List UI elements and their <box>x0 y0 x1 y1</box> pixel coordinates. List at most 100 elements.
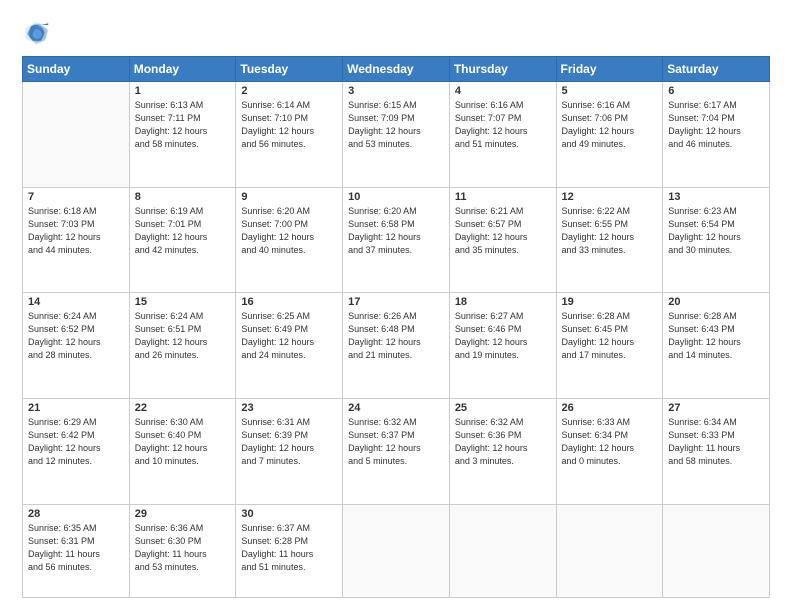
page: SundayMondayTuesdayWednesdayThursdayFrid… <box>0 0 792 612</box>
calendar-cell <box>449 504 556 597</box>
day-detail: Sunrise: 6:24 AMSunset: 6:51 PMDaylight:… <box>135 310 231 362</box>
day-detail: Sunrise: 6:32 AMSunset: 6:37 PMDaylight:… <box>348 416 444 468</box>
calendar-cell: 30 Sunrise: 6:37 AMSunset: 6:28 PMDayligh… <box>236 504 343 597</box>
day-detail: Sunrise: 6:27 AMSunset: 6:46 PMDaylight:… <box>455 310 551 362</box>
day-number: 30 <box>241 508 337 520</box>
calendar-cell: 8 Sunrise: 6:19 AMSunset: 7:01 PMDaylight… <box>129 187 236 293</box>
calendar-cell: 6 Sunrise: 6:17 AMSunset: 7:04 PMDaylight… <box>663 82 770 188</box>
weekday-header-row: SundayMondayTuesdayWednesdayThursdayFrid… <box>23 57 770 82</box>
day-detail: Sunrise: 6:19 AMSunset: 7:01 PMDaylight:… <box>135 205 231 257</box>
day-number: 22 <box>135 402 231 414</box>
weekday-header-wednesday: Wednesday <box>343 57 450 82</box>
day-detail: Sunrise: 6:29 AMSunset: 6:42 PMDaylight:… <box>28 416 124 468</box>
day-detail: Sunrise: 6:16 AMSunset: 7:06 PMDaylight:… <box>562 99 658 151</box>
day-detail: Sunrise: 6:17 AMSunset: 7:04 PMDaylight:… <box>668 99 764 151</box>
calendar-cell: 23 Sunrise: 6:31 AMSunset: 6:39 PMDayligh… <box>236 399 343 505</box>
calendar-cell: 3 Sunrise: 6:15 AMSunset: 7:09 PMDaylight… <box>343 82 450 188</box>
calendar-cell: 2 Sunrise: 6:14 AMSunset: 7:10 PMDaylight… <box>236 82 343 188</box>
calendar-cell: 13 Sunrise: 6:23 AMSunset: 6:54 PMDayligh… <box>663 187 770 293</box>
day-number: 21 <box>28 402 124 414</box>
weekday-header-thursday: Thursday <box>449 57 556 82</box>
calendar-cell: 9Sunrise: 6:20 AMSunset: 7:00 PMDaylight… <box>236 187 343 293</box>
logo-icon <box>22 18 50 46</box>
day-number: 15 <box>135 296 231 308</box>
day-detail: Sunrise: 6:26 AMSunset: 6:48 PMDaylight:… <box>348 310 444 362</box>
weekday-header-sunday: Sunday <box>23 57 130 82</box>
day-number: 26 <box>562 402 658 414</box>
week-row-4: 28 Sunrise: 6:35 AMSunset: 6:31 PMDayligh… <box>23 504 770 597</box>
logo <box>22 18 54 46</box>
day-number: 19 <box>562 296 658 308</box>
calendar-cell: 17 Sunrise: 6:26 AMSunset: 6:48 PMDayligh… <box>343 293 450 399</box>
day-number: 3 <box>348 85 444 97</box>
day-detail: Sunrise: 6:14 AMSunset: 7:10 PMDaylight:… <box>241 99 337 151</box>
day-detail: Sunrise: 6:25 AMSunset: 6:49 PMDaylight:… <box>241 310 337 362</box>
day-number: 23 <box>241 402 337 414</box>
day-number: 27 <box>668 402 764 414</box>
calendar-cell <box>343 504 450 597</box>
day-detail: Sunrise: 6:30 AMSunset: 6:40 PMDaylight:… <box>135 416 231 468</box>
calendar-cell <box>556 504 663 597</box>
day-detail: Sunrise: 6:16 AMSunset: 7:07 PMDaylight:… <box>455 99 551 151</box>
calendar-cell: 26 Sunrise: 6:33 AMSunset: 6:34 PMDayligh… <box>556 399 663 505</box>
week-row-0: 1 Sunrise: 6:13 AMSunset: 7:11 PMDaylight… <box>23 82 770 188</box>
calendar-cell: 15 Sunrise: 6:24 AMSunset: 6:51 PMDayligh… <box>129 293 236 399</box>
week-row-2: 14Sunrise: 6:24 AMSunset: 6:52 PMDayligh… <box>23 293 770 399</box>
day-number: 4 <box>455 85 551 97</box>
day-number: 8 <box>135 191 231 203</box>
day-detail: Sunrise: 6:28 AMSunset: 6:45 PMDaylight:… <box>562 310 658 362</box>
day-detail: Sunrise: 6:34 AMSunset: 6:33 PMDaylight:… <box>668 416 764 468</box>
day-number: 25 <box>455 402 551 414</box>
day-detail: Sunrise: 6:23 AMSunset: 6:54 PMDaylight:… <box>668 205 764 257</box>
calendar-cell: 22 Sunrise: 6:30 AMSunset: 6:40 PMDayligh… <box>129 399 236 505</box>
calendar-cell: 27 Sunrise: 6:34 AMSunset: 6:33 PMDayligh… <box>663 399 770 505</box>
day-detail: Sunrise: 6:18 AMSunset: 7:03 PMDaylight:… <box>28 205 124 257</box>
day-number: 7 <box>28 191 124 203</box>
weekday-header-monday: Monday <box>129 57 236 82</box>
calendar-cell: 1 Sunrise: 6:13 AMSunset: 7:11 PMDaylight… <box>129 82 236 188</box>
day-detail: Sunrise: 6:21 AMSunset: 6:57 PMDaylight:… <box>455 205 551 257</box>
calendar-cell: 14Sunrise: 6:24 AMSunset: 6:52 PMDayligh… <box>23 293 130 399</box>
day-number: 6 <box>668 85 764 97</box>
calendar-cell: 12 Sunrise: 6:22 AMSunset: 6:55 PMDayligh… <box>556 187 663 293</box>
day-number: 16 <box>241 296 337 308</box>
weekday-header-saturday: Saturday <box>663 57 770 82</box>
day-detail: Sunrise: 6:28 AMSunset: 6:43 PMDaylight:… <box>668 310 764 362</box>
calendar-cell <box>23 82 130 188</box>
day-detail: Sunrise: 6:31 AMSunset: 6:39 PMDaylight:… <box>241 416 337 468</box>
day-number: 12 <box>562 191 658 203</box>
calendar-cell: 7 Sunrise: 6:18 AMSunset: 7:03 PMDaylight… <box>23 187 130 293</box>
calendar-cell: 25Sunrise: 6:32 AMSunset: 6:36 PMDayligh… <box>449 399 556 505</box>
day-detail: Sunrise: 6:24 AMSunset: 6:52 PMDaylight:… <box>28 310 124 362</box>
week-row-1: 7 Sunrise: 6:18 AMSunset: 7:03 PMDaylight… <box>23 187 770 293</box>
calendar-cell: 28 Sunrise: 6:35 AMSunset: 6:31 PMDayligh… <box>23 504 130 597</box>
calendar-cell: 20Sunrise: 6:28 AMSunset: 6:43 PMDayligh… <box>663 293 770 399</box>
day-number: 1 <box>135 85 231 97</box>
weekday-header-tuesday: Tuesday <box>236 57 343 82</box>
day-detail: Sunrise: 6:15 AMSunset: 7:09 PMDaylight:… <box>348 99 444 151</box>
calendar-cell: 29Sunrise: 6:36 AMSunset: 6:30 PMDayligh… <box>129 504 236 597</box>
calendar-table: SundayMondayTuesdayWednesdayThursdayFrid… <box>22 56 770 598</box>
week-row-3: 21 Sunrise: 6:29 AMSunset: 6:42 PMDayligh… <box>23 399 770 505</box>
day-number: 18 <box>455 296 551 308</box>
calendar-cell: 24Sunrise: 6:32 AMSunset: 6:37 PMDayligh… <box>343 399 450 505</box>
day-number: 28 <box>28 508 124 520</box>
calendar-cell: 16 Sunrise: 6:25 AMSunset: 6:49 PMDayligh… <box>236 293 343 399</box>
day-detail: Sunrise: 6:13 AMSunset: 7:11 PMDaylight:… <box>135 99 231 151</box>
day-number: 2 <box>241 85 337 97</box>
calendar-cell: 10Sunrise: 6:20 AMSunset: 6:58 PMDayligh… <box>343 187 450 293</box>
day-number: 29 <box>135 508 231 520</box>
weekday-header-friday: Friday <box>556 57 663 82</box>
calendar-cell: 21 Sunrise: 6:29 AMSunset: 6:42 PMDayligh… <box>23 399 130 505</box>
day-number: 13 <box>668 191 764 203</box>
calendar-cell: 5 Sunrise: 6:16 AMSunset: 7:06 PMDaylight… <box>556 82 663 188</box>
calendar-cell: 4 Sunrise: 6:16 AMSunset: 7:07 PMDaylight… <box>449 82 556 188</box>
day-detail: Sunrise: 6:33 AMSunset: 6:34 PMDaylight:… <box>562 416 658 468</box>
day-detail: Sunrise: 6:22 AMSunset: 6:55 PMDaylight:… <box>562 205 658 257</box>
day-number: 17 <box>348 296 444 308</box>
day-number: 5 <box>562 85 658 97</box>
day-detail: Sunrise: 6:35 AMSunset: 6:31 PMDaylight:… <box>28 522 124 574</box>
day-detail: Sunrise: 6:20 AMSunset: 6:58 PMDaylight:… <box>348 205 444 257</box>
day-detail: Sunrise: 6:37 AMSunset: 6:28 PMDaylight:… <box>241 522 337 574</box>
day-detail: Sunrise: 6:20 AMSunset: 7:00 PMDaylight:… <box>241 205 337 257</box>
